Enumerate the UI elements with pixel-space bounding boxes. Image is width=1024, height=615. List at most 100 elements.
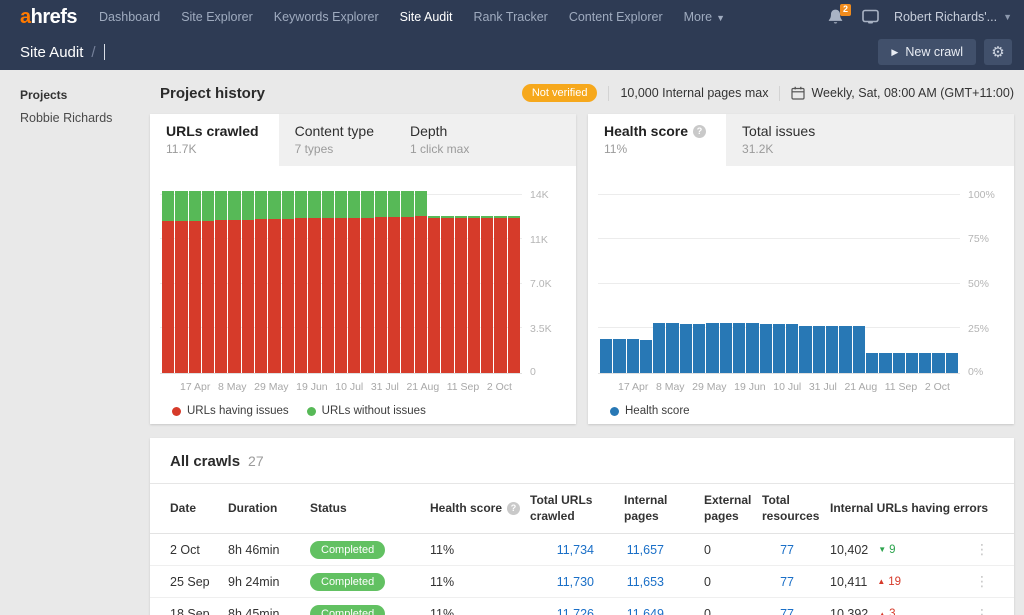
notifications-bell-icon[interactable]: 2 (827, 8, 847, 26)
bar (308, 182, 320, 373)
total-urls-link[interactable]: 11,730 (557, 575, 594, 589)
project-history-row: Project history Not verified 10,000 Inte… (140, 70, 1024, 114)
bar-segment (202, 191, 214, 222)
health-score-panel: Health score? 11% Total issues 31.2K 25%… (588, 114, 1014, 424)
row-menu-button[interactable]: ⋮ (970, 573, 994, 590)
nav-item-site-explorer[interactable]: Site Explorer (181, 10, 253, 24)
bar (481, 182, 493, 373)
bar-segment (335, 191, 347, 218)
y-zero-label: 0 (530, 366, 536, 378)
x-tick-label: 31 Jul (809, 381, 837, 393)
bar-segment (282, 219, 294, 373)
bar (415, 182, 427, 373)
site-audit-header: Site Audit / ▶ New crawl ⚙ (0, 34, 1024, 70)
bar (839, 182, 851, 373)
chart-bars (162, 182, 520, 373)
internal-pages-link[interactable]: 11,649 (627, 607, 664, 615)
bar-segment (640, 340, 652, 373)
legend-item: URLs having issues (172, 405, 289, 417)
chart-bars (600, 182, 958, 373)
x-tick-label: 8 May (218, 381, 247, 393)
help-icon[interactable]: ? (693, 125, 706, 138)
total-resources-link[interactable]: 77 (780, 543, 794, 557)
errors-delta: ▲3 (878, 608, 895, 615)
bar-segment (627, 339, 639, 373)
total-urls-link[interactable]: 11,726 (557, 607, 594, 615)
y-axis-labels: 3.5K7.0K11K14K0 (522, 182, 566, 374)
crawl-date: 25 Sep (170, 575, 228, 589)
sidebar-project-item[interactable]: Robbie Richards (20, 111, 140, 125)
nav-item-rank-tracker[interactable]: Rank Tracker (473, 10, 547, 24)
bar-segment (600, 339, 612, 373)
bar-segment (268, 191, 280, 219)
tab-urls-crawled[interactable]: URLs crawled 11.7K (150, 114, 279, 166)
x-tick-label: 31 Jul (371, 381, 399, 393)
errors-value: 10,392 (830, 607, 868, 615)
bar-segment (255, 191, 267, 219)
divider (608, 86, 609, 101)
internal-pages-link[interactable]: 11,653 (627, 575, 664, 589)
device-monitor-icon[interactable] (861, 9, 880, 25)
bar-segment (720, 323, 732, 373)
bar (906, 182, 918, 373)
bar-segment (494, 218, 506, 373)
tab-total-issues[interactable]: Total issues 31.2K (726, 114, 835, 166)
breadcrumb[interactable]: Site Audit (20, 44, 83, 61)
col-internal-pages: Internal pages (624, 493, 704, 524)
bar-segment (175, 191, 187, 221)
health-panel-tabs: Health score? 11% Total issues 31.2K (588, 114, 1014, 166)
y-tick-label: 7.0K (530, 278, 552, 290)
bar-segment (388, 191, 400, 217)
row-menu-button[interactable]: ⋮ (970, 606, 994, 615)
bar (295, 182, 307, 373)
crawls-table-header: Date Duration Status Health score? Total… (150, 483, 1014, 534)
breadcrumb-separator: / (91, 44, 95, 61)
legend-label: URLs without issues (322, 405, 426, 417)
crawl-health: 11% (430, 607, 530, 615)
total-urls-link[interactable]: 11,734 (557, 543, 594, 557)
bar (946, 182, 958, 373)
total-resources-link[interactable]: 77 (780, 575, 794, 589)
bar (348, 182, 360, 373)
crawl-row: 2 Oct 8h 46min Completed 11% 11,734 11,6… (150, 534, 1014, 566)
projects-sidebar: Projects Robbie Richards (0, 70, 140, 615)
tab-health-score[interactable]: Health score? 11% (588, 114, 726, 166)
bar-segment (693, 324, 705, 373)
nav-item-keywords-explorer[interactable]: Keywords Explorer (274, 10, 379, 24)
new-crawl-button[interactable]: ▶ New crawl (878, 39, 976, 65)
legend-dot (172, 407, 181, 416)
account-menu[interactable]: Robert Richards'... ▼ (894, 10, 1012, 24)
nav-item-dashboard[interactable]: Dashboard (99, 10, 160, 24)
bar (706, 182, 718, 373)
total-resources-link[interactable]: 77 (780, 607, 794, 615)
bar-segment (813, 326, 825, 373)
nav-item-content-explorer[interactable]: Content Explorer (569, 10, 663, 24)
x-tick-label: 29 May (254, 381, 288, 393)
row-menu-button[interactable]: ⋮ (970, 541, 994, 558)
nav-item-more[interactable]: More▼ (684, 10, 725, 24)
y-tick-label: 75% (968, 233, 989, 245)
bar-segment (242, 220, 254, 373)
external-pages-value: 0 (704, 607, 762, 615)
errors-delta: ▼9 (878, 544, 895, 556)
text-cursor (104, 44, 105, 60)
errors-value: 10,402 (830, 543, 868, 557)
bar (215, 182, 227, 373)
tab-content-type[interactable]: Content type 7 types (279, 114, 394, 166)
bar-segment (255, 219, 267, 373)
settings-gear-button[interactable]: ⚙ (984, 39, 1012, 65)
bar-segment (893, 353, 905, 373)
ahrefs-logo[interactable]: ahrefs (20, 6, 77, 29)
crawl-health: 11% (430, 575, 530, 589)
internal-pages-link[interactable]: 11,657 (627, 543, 664, 557)
help-icon[interactable]: ? (507, 502, 520, 515)
bar-segment (268, 219, 280, 373)
bar-segment (760, 324, 772, 373)
bar (162, 182, 174, 373)
bar-segment (481, 218, 493, 373)
bar-segment (322, 218, 334, 373)
tab-depth[interactable]: Depth 1 click max (394, 114, 489, 166)
delta-arrow-icon: ▲ (878, 610, 886, 615)
all-crawls-panel: All crawls 27 Date Duration Status Healt… (150, 438, 1014, 615)
nav-item-site-audit[interactable]: Site Audit (400, 10, 453, 24)
